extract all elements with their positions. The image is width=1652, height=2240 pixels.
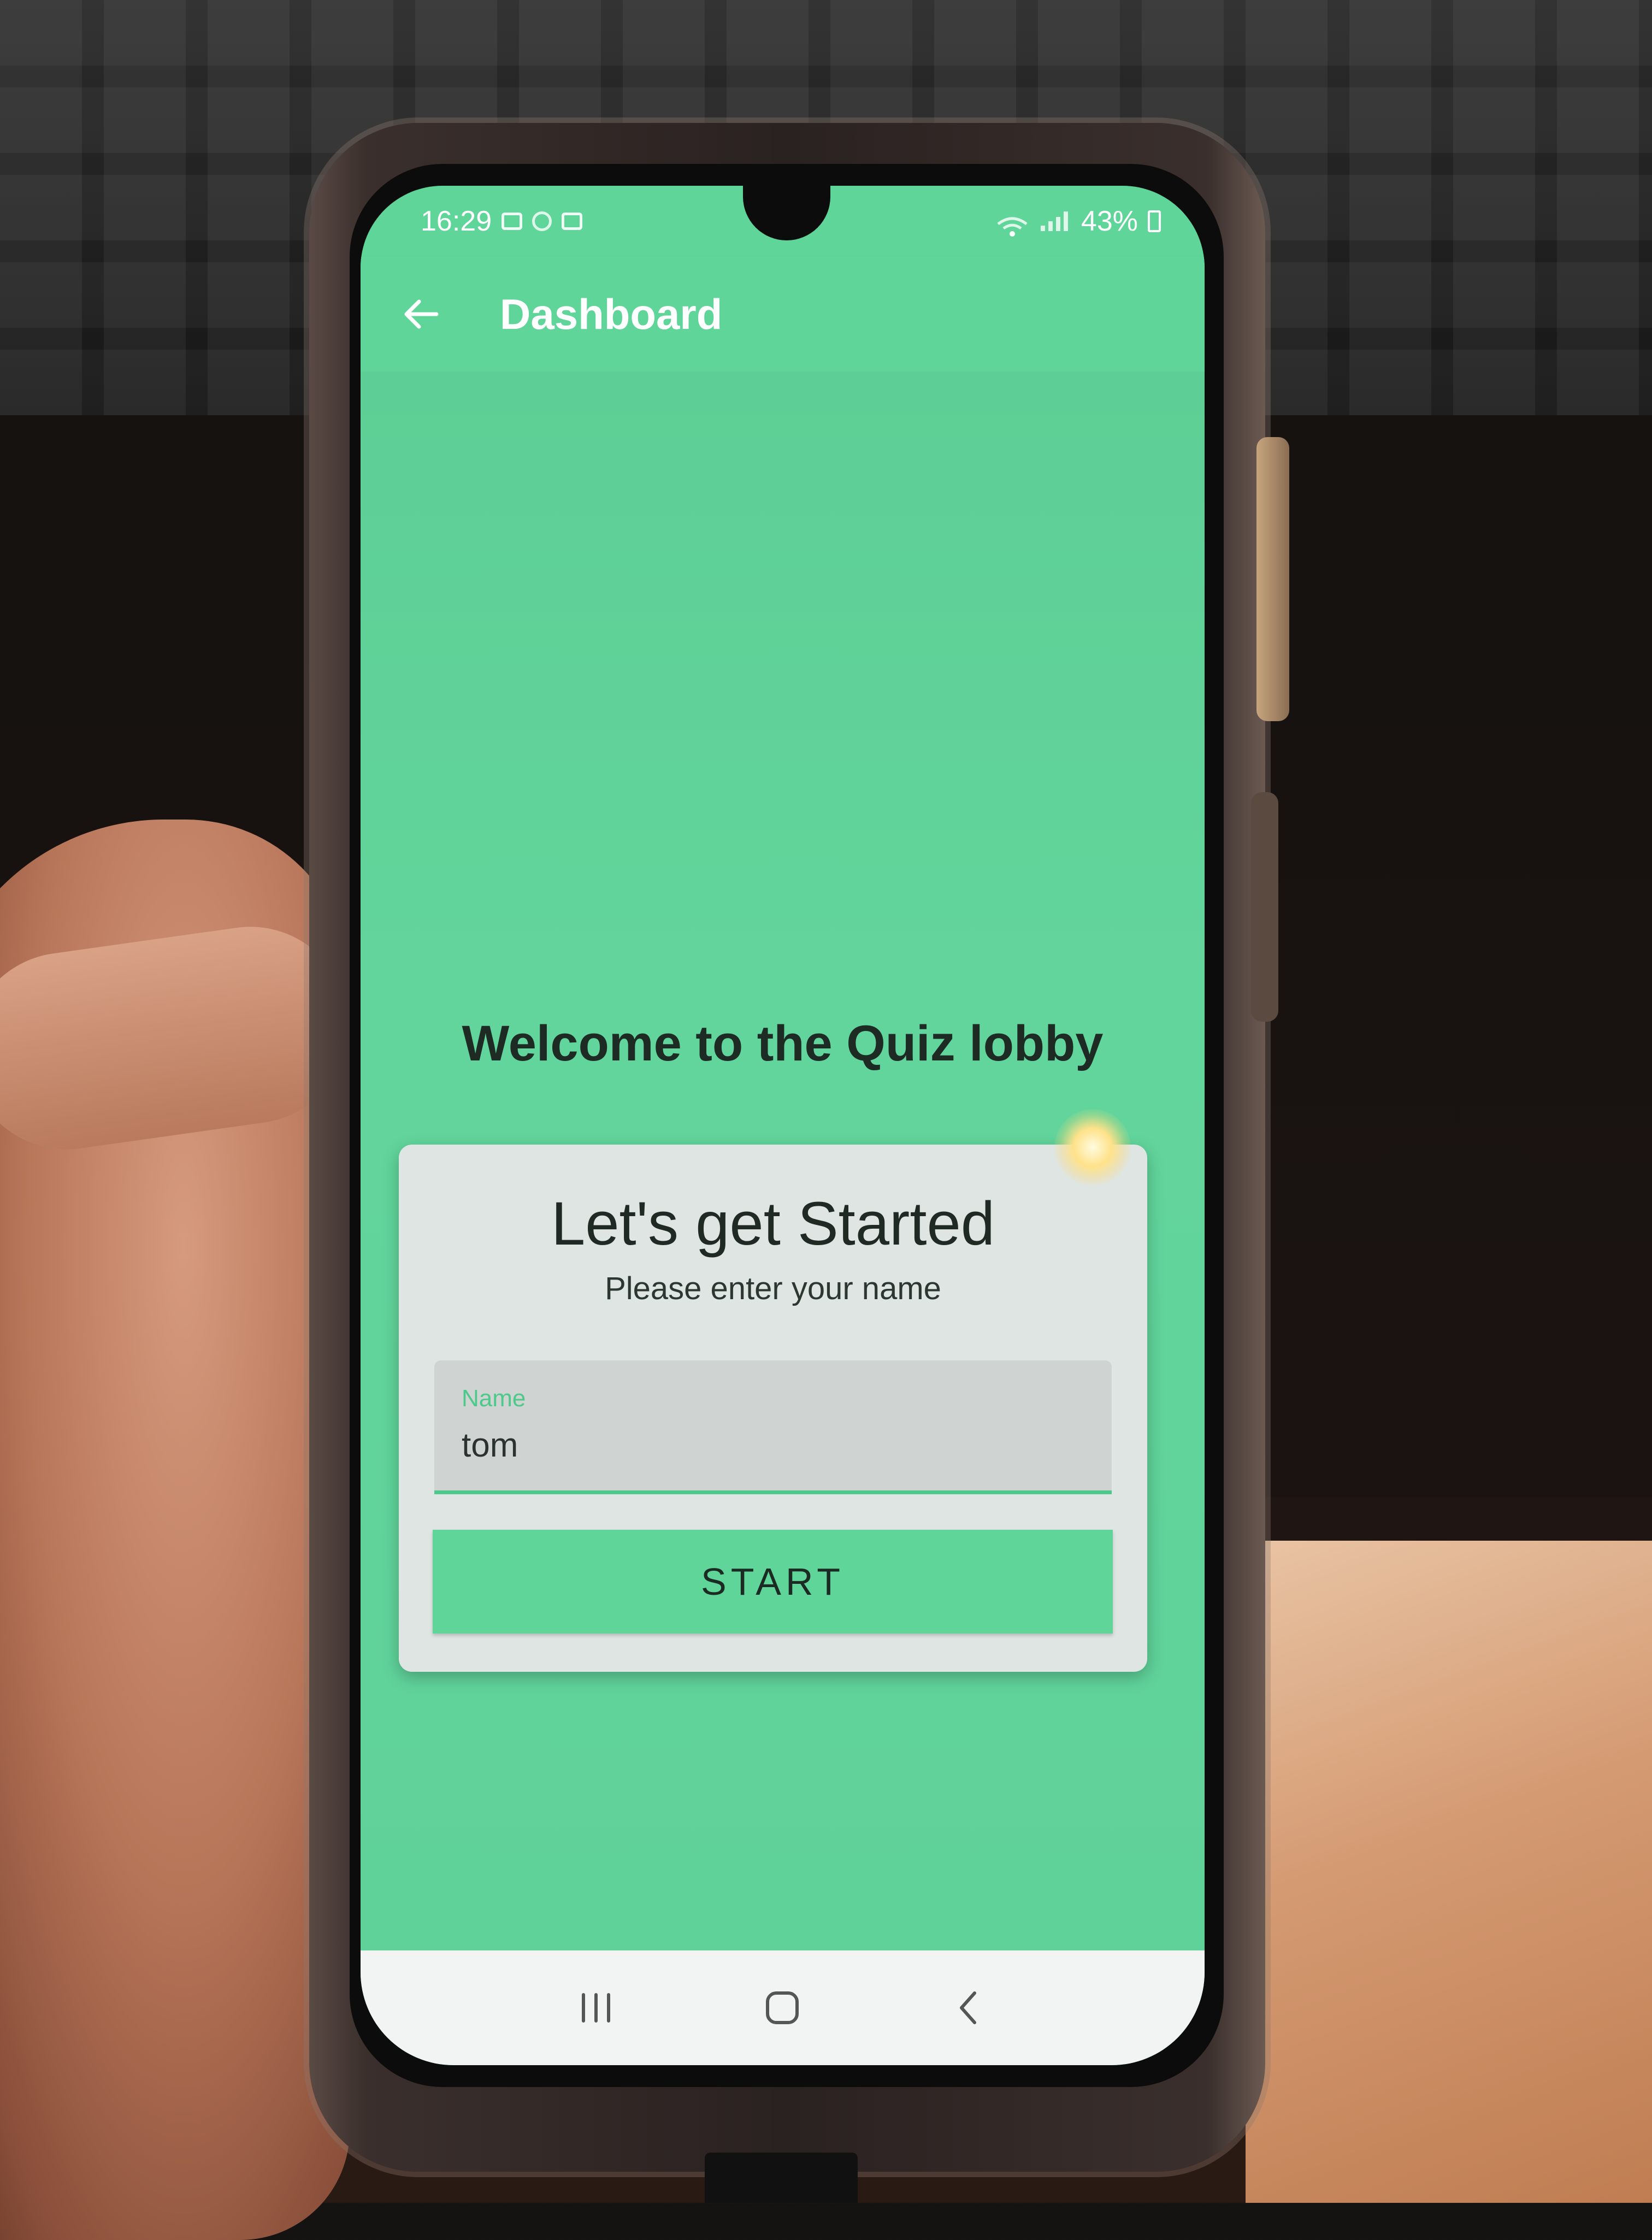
battery-percent: 43% xyxy=(1081,205,1138,237)
calendar-icon xyxy=(502,213,523,230)
phone-side-button-lower xyxy=(1251,792,1278,1022)
battery-icon xyxy=(1148,210,1161,232)
system-nav-bar xyxy=(361,1950,1205,2065)
card-title: Let's get Started xyxy=(551,1189,995,1258)
arrow-left-icon[interactable] xyxy=(396,290,445,339)
phone-screen: 16:29 43% Dashboard Welcome to the Quiz … xyxy=(361,186,1205,2065)
status-bar: 16:29 43% xyxy=(361,186,1205,257)
start-card: Let's get Started Please enter your name… xyxy=(399,1145,1147,1672)
gallery-icon xyxy=(562,213,583,230)
wifi-icon xyxy=(996,211,1029,237)
home-icon[interactable] xyxy=(750,1975,815,2041)
background-table xyxy=(1246,1541,1652,2203)
name-field-label: Name xyxy=(462,1385,526,1412)
status-time: 16:29 xyxy=(421,205,492,237)
status-left: 16:29 xyxy=(421,205,583,238)
name-field[interactable]: Name tom xyxy=(434,1360,1112,1494)
signal-icon xyxy=(1039,211,1071,231)
welcome-heading: Welcome to the Quiz lobby xyxy=(462,1016,1104,1071)
recent-apps-icon[interactable] xyxy=(563,1975,629,2041)
usb-cable xyxy=(705,2153,858,2203)
phone-side-button xyxy=(1256,437,1289,721)
sync-icon xyxy=(532,211,552,231)
name-field-value[interactable]: tom xyxy=(462,1426,518,1465)
light-glare xyxy=(1054,1109,1131,1186)
back-icon[interactable] xyxy=(936,1975,1002,2041)
status-right: 43% xyxy=(996,205,1161,238)
app-bar: Dashboard xyxy=(361,257,1205,372)
page-title: Dashboard xyxy=(500,290,723,338)
start-button[interactable]: START xyxy=(433,1530,1113,1634)
card-subtitle: Please enter your name xyxy=(605,1271,941,1306)
